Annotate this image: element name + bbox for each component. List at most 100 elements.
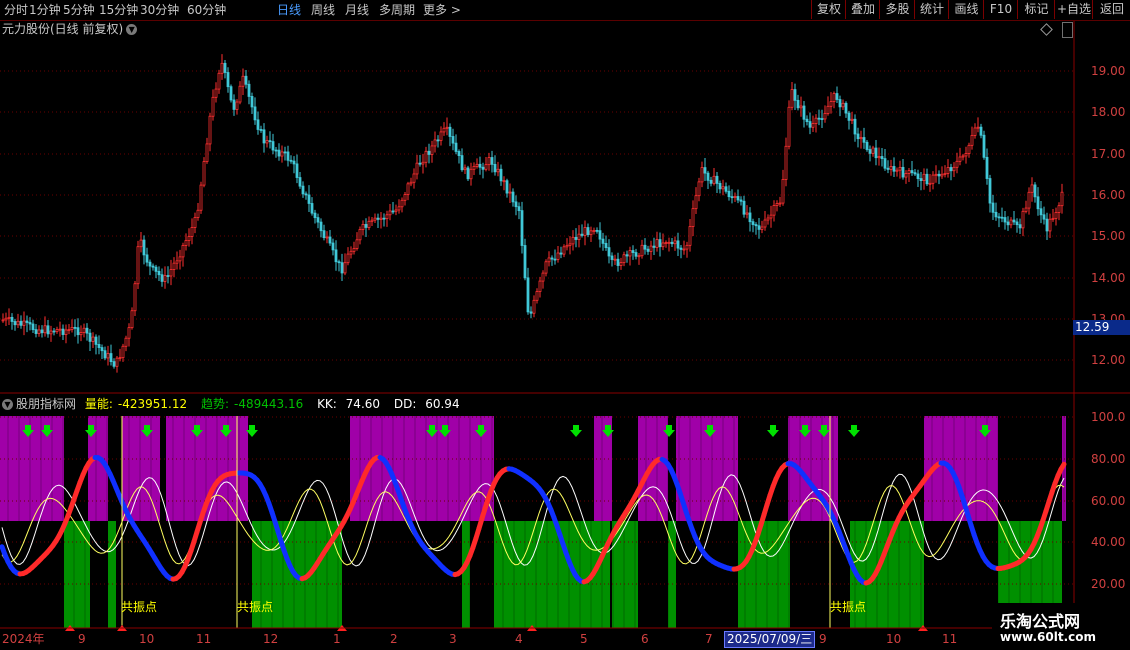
candlestick [883, 148, 887, 171]
candlestick [1051, 208, 1055, 222]
candlestick [691, 200, 695, 236]
candlestick [256, 111, 260, 135]
candlestick [328, 230, 332, 246]
candlestick [718, 180, 722, 194]
candle-body [541, 272, 545, 282]
candle-body [964, 153, 968, 157]
candle-body [37, 329, 41, 334]
candlestick [82, 323, 86, 338]
candle-body [214, 88, 218, 98]
indicator-tick: 40.00 [1091, 535, 1126, 549]
candlestick [466, 165, 470, 181]
candle-body [766, 217, 770, 221]
candlestick [775, 200, 779, 212]
candle-body [355, 239, 359, 249]
candlestick [118, 348, 122, 362]
candlestick [976, 117, 980, 133]
candlestick [394, 204, 398, 216]
candle-body [199, 184, 203, 211]
candlestick [100, 344, 104, 360]
candle-body [859, 137, 863, 140]
candlestick [589, 226, 593, 242]
candle-body [292, 160, 296, 165]
candle-body [412, 173, 416, 183]
candle-body [418, 162, 422, 165]
candlestick [388, 204, 392, 221]
candlestick [511, 188, 515, 207]
candlestick [61, 324, 65, 341]
candlestick [547, 251, 551, 267]
candlestick [169, 259, 173, 286]
candlestick [136, 240, 140, 290]
candle-body [679, 247, 683, 250]
candle-body [427, 150, 431, 155]
candlestick [826, 96, 830, 116]
candle-body [1045, 218, 1049, 232]
candle-body [616, 258, 620, 266]
candle-body [271, 141, 275, 151]
candlestick [538, 276, 542, 298]
candle-body [739, 199, 743, 202]
candle-body [430, 145, 434, 155]
candlestick [442, 122, 446, 136]
candle-body [745, 212, 749, 215]
candlestick [460, 148, 464, 172]
candlestick [64, 324, 68, 344]
candlestick [391, 202, 395, 215]
candlestick [928, 174, 932, 192]
candle-body [625, 254, 629, 257]
chevron-down-icon[interactable]: ▼ [2, 399, 13, 410]
candle-body [922, 173, 926, 181]
candle-body [685, 244, 689, 250]
candle-body [721, 186, 725, 190]
candle-body [571, 236, 575, 245]
candle-body [202, 161, 206, 186]
candle-body [322, 230, 326, 239]
candle-body [67, 329, 71, 331]
candlestick [409, 177, 413, 187]
candlestick [814, 114, 818, 133]
candlestick [940, 166, 944, 179]
candlestick [655, 231, 659, 252]
price-tick: 19.00 [1091, 64, 1126, 78]
candlestick [682, 240, 686, 255]
candle-body [193, 217, 197, 228]
candlestick [931, 171, 935, 190]
candle-body [562, 246, 566, 255]
candle-body [274, 149, 278, 152]
candlestick [382, 213, 386, 227]
candle-body [205, 143, 209, 163]
indicator-header: ▼ 股朋指标网 量能: -423951.12 趋势: -489443.16 KK: 7… [2, 396, 470, 412]
candle-body [478, 163, 482, 168]
watermark-url: www.60lt.com [1000, 630, 1097, 644]
candlestick [91, 332, 95, 349]
candle-body [133, 283, 137, 312]
candlestick [634, 248, 638, 260]
candle-body [328, 236, 332, 244]
candle-body [793, 89, 797, 101]
candle-body [505, 180, 509, 194]
candlestick [448, 123, 452, 147]
trend-segment [1058, 461, 1067, 472]
candlestick [565, 238, 569, 251]
candlestick [130, 307, 134, 330]
candle-body [862, 137, 866, 143]
candlestick [577, 225, 581, 248]
candle-body [697, 181, 701, 197]
candlestick [424, 146, 428, 168]
candle-body [142, 239, 146, 256]
candlestick [985, 148, 989, 185]
candle-body [661, 242, 665, 248]
candle-body [115, 357, 119, 367]
candle-body [340, 262, 344, 274]
candle-body [475, 163, 479, 167]
candlestick [427, 143, 431, 164]
candlestick [97, 335, 101, 355]
candle-body [1048, 218, 1052, 232]
candle-body [928, 182, 932, 185]
candlestick [994, 202, 998, 221]
candlestick [880, 148, 884, 167]
candlestick [352, 241, 356, 255]
candle-body [514, 201, 518, 208]
candlestick [241, 68, 245, 96]
